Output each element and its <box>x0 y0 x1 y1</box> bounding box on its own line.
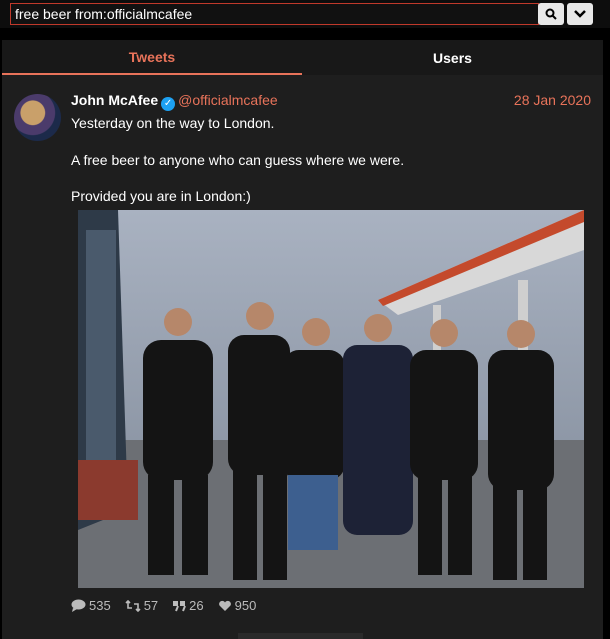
search-icon <box>545 8 557 20</box>
likes-count: 950 <box>234 598 257 613</box>
tab-tweets[interactable]: Tweets <box>2 40 302 75</box>
heart-icon <box>218 600 231 611</box>
replies-stat[interactable]: 535 <box>71 598 111 613</box>
retweet-icon <box>125 599 141 612</box>
likes-stat[interactable]: 950 <box>218 598 257 613</box>
author-handle[interactable]: @officialmcafee <box>178 92 278 108</box>
tweet-stats: 535 57 26 950 <box>71 598 256 613</box>
quote-icon <box>173 600 187 611</box>
search-button[interactable] <box>538 3 564 25</box>
replies-count: 535 <box>89 598 111 613</box>
tweet-date[interactable]: 28 Jan 2020 <box>514 92 591 108</box>
tweet-photo[interactable] <box>78 210 584 588</box>
chevron-down-icon <box>574 10 586 18</box>
tweet-author: John McAfee ✓ @officialmcafee <box>71 92 278 111</box>
tab-bar: Tweets Users <box>2 40 603 75</box>
options-button[interactable] <box>567 3 593 25</box>
author-name[interactable]: John McAfee <box>71 92 158 108</box>
avatar[interactable] <box>14 94 61 141</box>
retweets-count: 57 <box>143 598 159 613</box>
tweet-text-line: A free beer to anyone who can guess wher… <box>71 152 405 168</box>
quotes-count: 26 <box>189 598 204 613</box>
top-bar <box>0 0 610 28</box>
tweet-text-line: Yesterday on the way to London. <box>71 115 275 131</box>
quotes-stat[interactable]: 26 <box>172 598 204 613</box>
tweet-text-line: Provided you are in London:) <box>71 188 251 204</box>
retweets-stat[interactable]: 57 <box>125 598 158 613</box>
comment-icon <box>71 599 86 612</box>
search-input[interactable] <box>10 3 539 25</box>
results-panel: Tweets Users John McAfee ✓ @officialmcafee… <box>2 40 603 639</box>
bottom-handle <box>238 633 363 639</box>
verified-icon: ✓ <box>161 97 176 111</box>
tab-users[interactable]: Users <box>302 40 603 75</box>
photo-scene <box>78 210 584 588</box>
